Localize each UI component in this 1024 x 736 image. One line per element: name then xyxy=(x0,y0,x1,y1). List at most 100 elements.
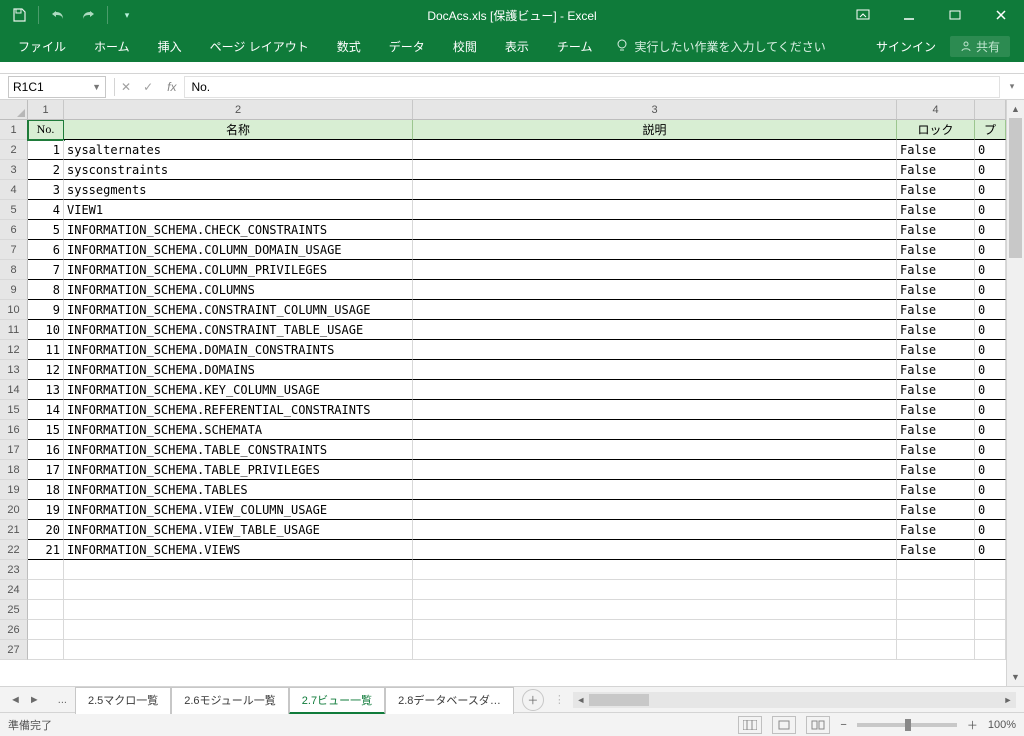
cell[interactable]: 0 xyxy=(975,460,1006,480)
save-icon[interactable] xyxy=(6,2,32,28)
cell[interactable]: 0 xyxy=(975,360,1006,380)
cell[interactable]: 0 xyxy=(975,220,1006,240)
formula-input[interactable]: No. xyxy=(184,76,1000,98)
cell[interactable]: 11 xyxy=(28,340,64,360)
cell[interactable]: 10 xyxy=(28,320,64,340)
cell[interactable]: 19 xyxy=(28,500,64,520)
cell[interactable]: 5 xyxy=(28,220,64,240)
cell[interactable]: 3 xyxy=(28,180,64,200)
scroll-left-icon[interactable]: ◄ xyxy=(573,695,589,705)
cell[interactable] xyxy=(64,620,413,640)
cell[interactable]: False xyxy=(897,420,975,440)
cell[interactable]: 名称 xyxy=(64,120,413,140)
cell[interactable]: sysalternates xyxy=(64,140,413,160)
cell[interactable]: 0 xyxy=(975,340,1006,360)
cell[interactable] xyxy=(413,360,897,380)
row-header[interactable]: 9 xyxy=(0,280,28,300)
cell[interactable]: False xyxy=(897,180,975,200)
cell[interactable]: 14 xyxy=(28,400,64,420)
zoom-in-icon[interactable]: ＋ xyxy=(967,717,978,733)
cells[interactable]: No.名称説明ロックプ1sysalternatesFalse02sysconst… xyxy=(28,120,1006,686)
row-header[interactable]: 13 xyxy=(0,360,28,380)
column-header[interactable] xyxy=(975,100,1006,120)
cell[interactable]: 15 xyxy=(28,420,64,440)
row-header[interactable]: 24 xyxy=(0,580,28,600)
cell[interactable] xyxy=(28,640,64,660)
zoom-slider[interactable] xyxy=(857,723,957,727)
cell[interactable] xyxy=(897,580,975,600)
row-header[interactable]: 5 xyxy=(0,200,28,220)
cell[interactable] xyxy=(413,200,897,220)
cell[interactable]: 0 xyxy=(975,180,1006,200)
cell[interactable]: INFORMATION_SCHEMA.COLUMN_DOMAIN_USAGE xyxy=(64,240,413,260)
ribbon-tab[interactable]: 挿入 xyxy=(144,30,196,62)
cell[interactable] xyxy=(413,260,897,280)
cell[interactable]: 0 xyxy=(975,380,1006,400)
cell[interactable]: INFORMATION_SCHEMA.TABLE_PRIVILEGES xyxy=(64,460,413,480)
cell[interactable]: 0 xyxy=(975,440,1006,460)
column-header[interactable]: 3 xyxy=(413,100,897,120)
cell[interactable] xyxy=(413,240,897,260)
cell[interactable]: False xyxy=(897,240,975,260)
sheet-tab[interactable]: 2.5マクロ一覧 xyxy=(75,687,171,714)
zoom-level[interactable]: 100% xyxy=(988,719,1016,731)
cell[interactable] xyxy=(897,640,975,660)
ribbon-tab[interactable]: データ xyxy=(375,30,439,62)
cell[interactable] xyxy=(975,560,1006,580)
cell[interactable] xyxy=(64,580,413,600)
cell[interactable]: INFORMATION_SCHEMA.SCHEMATA xyxy=(64,420,413,440)
cell[interactable]: False xyxy=(897,520,975,540)
minimize-icon[interactable] xyxy=(886,0,932,30)
cell[interactable]: INFORMATION_SCHEMA.TABLES xyxy=(64,480,413,500)
cell[interactable] xyxy=(64,640,413,660)
cell[interactable]: 0 xyxy=(975,260,1006,280)
cell[interactable]: False xyxy=(897,480,975,500)
scroll-up-icon[interactable]: ▲ xyxy=(1007,100,1024,118)
close-icon[interactable] xyxy=(978,0,1024,30)
cell[interactable] xyxy=(413,620,897,640)
cell[interactable]: 0 xyxy=(975,240,1006,260)
ribbon-tab[interactable]: ホーム xyxy=(80,30,144,62)
cell[interactable] xyxy=(28,620,64,640)
cell[interactable]: 0 xyxy=(975,160,1006,180)
cell[interactable]: False xyxy=(897,400,975,420)
cell[interactable]: syssegments xyxy=(64,180,413,200)
sheet-tab[interactable]: 2.6モジュール一覧 xyxy=(171,687,289,714)
row-header[interactable]: 17 xyxy=(0,440,28,460)
fx-icon[interactable]: fx xyxy=(167,80,176,94)
ribbon-tab[interactable]: 表示 xyxy=(491,30,543,62)
cell[interactable]: INFORMATION_SCHEMA.CONSTRAINT_COLUMN_USA… xyxy=(64,300,413,320)
row-header[interactable]: 1 xyxy=(0,120,28,140)
row-header[interactable]: 27 xyxy=(0,640,28,660)
cell[interactable] xyxy=(413,420,897,440)
cell[interactable]: False xyxy=(897,280,975,300)
sheet-tab[interactable]: 2.8データベースダ… xyxy=(385,687,514,714)
row-header[interactable]: 3 xyxy=(0,160,28,180)
cell[interactable] xyxy=(975,620,1006,640)
cell[interactable] xyxy=(897,620,975,640)
cell[interactable]: ロック xyxy=(897,120,975,140)
cell[interactable]: 0 xyxy=(975,520,1006,540)
cell[interactable]: 0 xyxy=(975,480,1006,500)
row-header[interactable]: 7 xyxy=(0,240,28,260)
cell[interactable]: INFORMATION_SCHEMA.CHECK_CONSTRAINTS xyxy=(64,220,413,240)
cell[interactable]: False xyxy=(897,220,975,240)
cell[interactable]: 9 xyxy=(28,300,64,320)
cell[interactable]: 17 xyxy=(28,460,64,480)
cancel-formula-icon[interactable]: ✕ xyxy=(121,80,131,94)
cell[interactable] xyxy=(413,600,897,620)
row-header[interactable]: 4 xyxy=(0,180,28,200)
cell[interactable]: False xyxy=(897,460,975,480)
cell[interactable]: 0 xyxy=(975,140,1006,160)
cell[interactable]: VIEW1 xyxy=(64,200,413,220)
row-header[interactable]: 14 xyxy=(0,380,28,400)
scroll-thumb[interactable] xyxy=(1009,118,1022,258)
qat-customize-icon[interactable]: ▾ xyxy=(114,2,140,28)
row-header[interactable]: 11 xyxy=(0,320,28,340)
cell[interactable] xyxy=(64,560,413,580)
row-header[interactable]: 25 xyxy=(0,600,28,620)
cell[interactable]: INFORMATION_SCHEMA.TABLE_CONSTRAINTS xyxy=(64,440,413,460)
cell[interactable]: INFORMATION_SCHEMA.DOMAIN_CONSTRAINTS xyxy=(64,340,413,360)
row-header[interactable]: 2 xyxy=(0,140,28,160)
cell[interactable]: 0 xyxy=(975,320,1006,340)
